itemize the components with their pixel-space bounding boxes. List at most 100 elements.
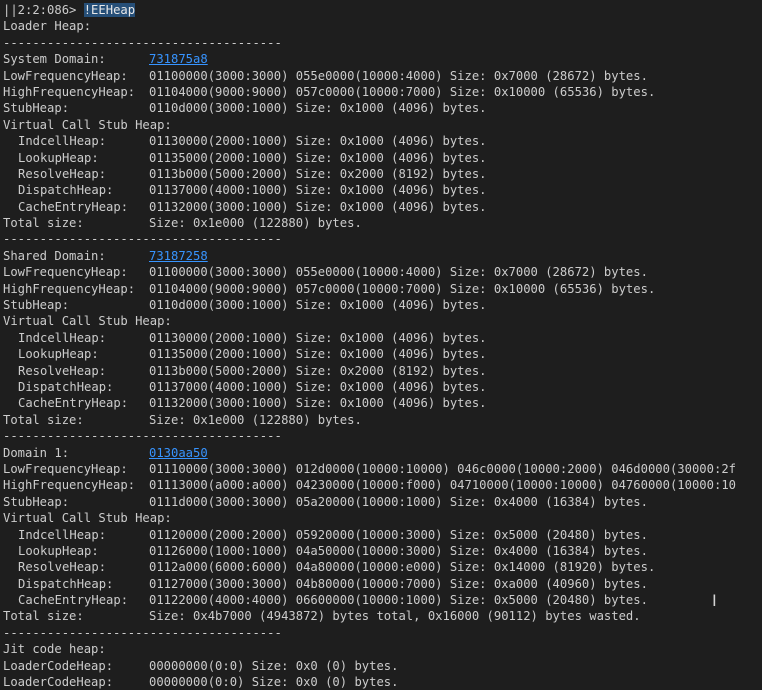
vcs-row: ResolveHeap: 0113b000(5000:2000) Size: 0x… bbox=[3, 363, 762, 379]
domain1-address-link[interactable]: 0130aa50 bbox=[149, 446, 208, 460]
heap-label: LowFrequencyHeap: bbox=[3, 265, 128, 280]
heap-value: 01122000(4000:4000) 06600000(10000:1000)… bbox=[149, 593, 648, 608]
loader-heap-title: Loader Heap: bbox=[3, 19, 92, 34]
total-label: Total size: bbox=[3, 412, 84, 427]
jit-row: LoaderCodeHeap: 00000000(0:0) Size: 0x0 (… bbox=[3, 674, 762, 690]
heap-label: HighFrequencyHeap: bbox=[3, 478, 136, 493]
heap-value: 01104000(9000:9000) 057c0000(10000:7000)… bbox=[149, 281, 656, 296]
heap-row: HighFrequencyHeap: 01113000(a000:a000) 04… bbox=[3, 477, 762, 493]
total-value: Size: 0x1e000 (122880) bytes. bbox=[149, 412, 362, 427]
heap-value: 01135000(2000:1000) Size: 0x1000 (4096) … bbox=[149, 150, 487, 165]
heap-value: 0110d000(3000:1000) Size: 0x1000 (4096) … bbox=[149, 101, 487, 116]
heap-row: StubHeap: 0110d000(3000:1000) Size: 0x100… bbox=[3, 100, 762, 116]
vcs-row: LookupHeap: 01126000(1000:1000) 04a50000(… bbox=[3, 543, 762, 559]
heap-label: IndcellHeap: bbox=[18, 134, 107, 149]
heap-row: StubHeap: 0111d000(3000:3000) 05a20000(10… bbox=[3, 494, 762, 510]
heap-value: 01135000(2000:1000) Size: 0x1000 (4096) … bbox=[149, 347, 487, 362]
heap-label: LoaderCodeHeap: bbox=[3, 658, 114, 673]
total-label: Total size: bbox=[3, 609, 84, 624]
jit-code-heap-title: Jit code heap: bbox=[3, 642, 106, 657]
heap-value: 01104000(9000:9000) 057c0000(10000:7000)… bbox=[149, 84, 656, 99]
heap-label: ResolveHeap: bbox=[18, 560, 107, 575]
heap-value: 0112a000(6000:6000) 04a80000(10000:e000)… bbox=[149, 560, 656, 575]
heap-row: LowFrequencyHeap: 01100000(3000:3000) 055… bbox=[3, 264, 762, 280]
heap-value: 01137000(4000:1000) Size: 0x1000 (4096) … bbox=[149, 183, 487, 198]
heap-row: LowFrequencyHeap: 01100000(3000:3000) 055… bbox=[3, 68, 762, 84]
vcs-row: ResolveHeap: 0113b000(5000:2000) Size: 0x… bbox=[3, 166, 762, 182]
heap-label: CacheEntryHeap: bbox=[18, 199, 129, 214]
jit-row: LoaderCodeHeap: 00000000(0:0) Size: 0x0 (… bbox=[3, 658, 762, 674]
heap-label: StubHeap: bbox=[3, 298, 70, 313]
system-domain-address-link[interactable]: 731875a8 bbox=[149, 52, 208, 66]
heap-label: CacheEntryHeap: bbox=[18, 396, 129, 411]
heap-value: 00000000(0:0) Size: 0x0 (0) bytes. bbox=[149, 658, 399, 673]
heap-label: HighFrequencyHeap: bbox=[3, 84, 136, 99]
vcs-row: DispatchHeap: 01137000(4000:1000) Size: 0… bbox=[3, 182, 762, 198]
vcs-row: DispatchHeap: 01127000(3000:3000) 04b8000… bbox=[3, 576, 762, 592]
heap-value: 0110d000(3000:1000) Size: 0x1000 (4096) … bbox=[149, 298, 487, 313]
heap-label: LowFrequencyHeap: bbox=[3, 68, 128, 83]
heap-value: 01100000(3000:3000) 055e0000(10000:4000)… bbox=[149, 265, 648, 280]
command-text[interactable]: !EEHeap bbox=[83, 3, 136, 17]
heap-value: 01130000(2000:1000) Size: 0x1000 (4096) … bbox=[149, 134, 487, 149]
vcs-row: CacheEntryHeap: 01122000(4000:4000) 06600… bbox=[3, 592, 762, 608]
vcs-row: LookupHeap: 01135000(2000:1000) Size: 0x1… bbox=[3, 150, 762, 166]
total-size-row: Total size: Size: 0x1e000 (122880) bytes. bbox=[3, 412, 762, 428]
heap-label: LoaderCodeHeap: bbox=[3, 675, 114, 690]
heap-label: DispatchHeap: bbox=[18, 576, 114, 591]
heap-row: StubHeap: 0110d000(3000:1000) Size: 0x100… bbox=[3, 297, 762, 313]
heap-value: 01137000(4000:1000) Size: 0x1000 (4096) … bbox=[149, 379, 487, 394]
total-size-row: Total size: Size: 0x1e000 (122880) bytes. bbox=[3, 215, 762, 231]
total-value: Size: 0x4b7000 (4943872) bytes total, 0x… bbox=[149, 609, 641, 624]
domain1-label: Domain 1: bbox=[3, 445, 70, 460]
total-label: Total size: bbox=[3, 216, 84, 231]
shared-domain-row: Shared Domain: 73187258 bbox=[3, 248, 762, 264]
heap-label: HighFrequencyHeap: bbox=[3, 281, 136, 296]
heap-value: 01120000(2000:2000) 05920000(10000:3000)… bbox=[149, 527, 648, 542]
vcs-row: IndcellHeap: 01130000(2000:1000) Size: 0x… bbox=[3, 330, 762, 346]
heap-value: 0111d000(3000:3000) 05a20000(10000:1000)… bbox=[149, 494, 648, 509]
vcs-row: IndcellHeap: 01130000(2000:1000) Size: 0x… bbox=[3, 133, 762, 149]
vcs-row: IndcellHeap: 01120000(2000:2000) 05920000… bbox=[3, 527, 762, 543]
heap-row: LowFrequencyHeap: 01110000(3000:3000) 012… bbox=[3, 461, 762, 477]
prompt: ||2:2:086> bbox=[3, 3, 84, 17]
vcs-row: DispatchHeap: 01137000(4000:1000) Size: 0… bbox=[3, 379, 762, 395]
heap-value: 01113000(a000:a000) 04230000(10000:f000)… bbox=[149, 478, 736, 493]
vcs-row: LookupHeap: 01135000(2000:1000) Size: 0x1… bbox=[3, 346, 762, 362]
heap-label: IndcellHeap: bbox=[18, 527, 107, 542]
heap-value: 01100000(3000:3000) 055e0000(10000:4000)… bbox=[149, 68, 648, 83]
debugger-console-output[interactable]: ||2:2:086> !EEHeap Loader Heap: --------… bbox=[3, 2, 762, 690]
heap-label: LowFrequencyHeap: bbox=[3, 461, 128, 476]
vcs-title: Virtual Call Stub Heap: bbox=[3, 117, 172, 132]
heap-row: HighFrequencyHeap: 01104000(9000:9000) 05… bbox=[3, 84, 762, 100]
separator: -------------------------------------- bbox=[3, 429, 282, 444]
total-value: Size: 0x1e000 (122880) bytes. bbox=[149, 216, 362, 231]
heap-value: 01130000(2000:1000) Size: 0x1000 (4096) … bbox=[149, 330, 487, 345]
heap-value: 01127000(3000:3000) 04b80000(10000:7000)… bbox=[149, 576, 648, 591]
text-cursor-icon: I bbox=[712, 591, 717, 610]
heap-row: HighFrequencyHeap: 01104000(9000:9000) 05… bbox=[3, 281, 762, 297]
heap-label: IndcellHeap: bbox=[18, 330, 107, 345]
heap-label: LookupHeap: bbox=[18, 543, 99, 558]
heap-value: 0113b000(5000:2000) Size: 0x2000 (8192) … bbox=[149, 166, 487, 181]
separator: -------------------------------------- bbox=[3, 625, 282, 640]
separator: -------------------------------------- bbox=[3, 35, 282, 50]
heap-label: StubHeap: bbox=[3, 494, 70, 509]
heap-value: 01110000(3000:3000) 012d0000(10000:10000… bbox=[149, 461, 736, 476]
vcs-title: Virtual Call Stub Heap: bbox=[3, 314, 172, 329]
shared-domain-label: Shared Domain: bbox=[3, 248, 106, 263]
heap-label: DispatchHeap: bbox=[18, 379, 114, 394]
total-size-row: Total size: Size: 0x4b7000 (4943872) byte… bbox=[3, 608, 762, 624]
heap-value: 01132000(3000:1000) Size: 0x1000 (4096) … bbox=[149, 199, 487, 214]
vcs-row: CacheEntryHeap: 01132000(3000:1000) Size:… bbox=[3, 199, 762, 215]
heap-label: StubHeap: bbox=[3, 101, 70, 116]
heap-value: 01126000(1000:1000) 04a50000(10000:3000)… bbox=[149, 543, 648, 558]
vcs-title: Virtual Call Stub Heap: bbox=[3, 511, 172, 526]
heap-label: LookupHeap: bbox=[18, 150, 99, 165]
separator: -------------------------------------- bbox=[3, 232, 282, 247]
heap-value: 00000000(0:0) Size: 0x0 (0) bytes. bbox=[149, 675, 399, 690]
command-line: ||2:2:086> !EEHeap bbox=[3, 2, 762, 18]
vcs-row: ResolveHeap: 0112a000(6000:6000) 04a80000… bbox=[3, 559, 762, 575]
heap-label: ResolveHeap: bbox=[18, 166, 107, 181]
shared-domain-address-link[interactable]: 73187258 bbox=[149, 249, 208, 263]
